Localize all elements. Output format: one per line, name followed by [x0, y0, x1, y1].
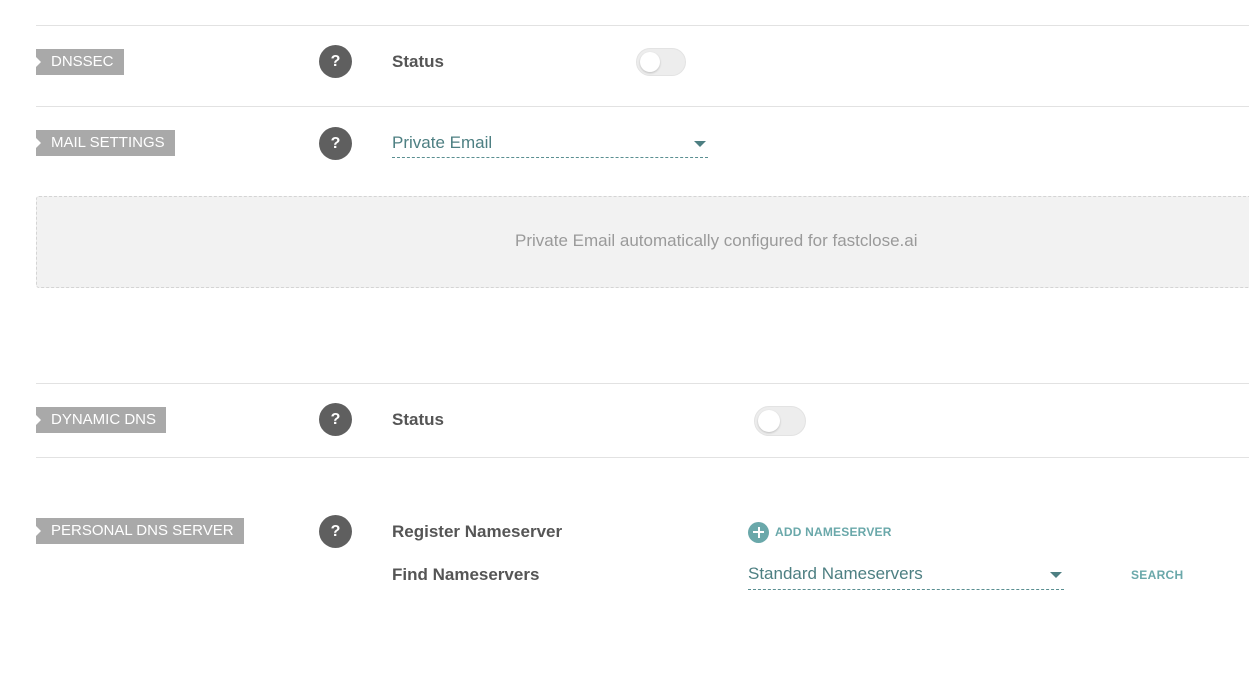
dnssec-status-toggle[interactable]	[636, 48, 686, 76]
toggle-knob	[758, 410, 780, 432]
toggle-knob	[640, 52, 660, 72]
divider	[36, 106, 1249, 107]
plus-circle-icon	[748, 521, 769, 543]
dynamic-dns-help-icon[interactable]: ?	[319, 403, 352, 436]
mail-info-text: Private Email automatically configured f…	[515, 231, 918, 250]
dnssec-status-label: Status	[392, 52, 444, 71]
add-nameserver-label: ADD NAMESERVER	[775, 525, 892, 539]
personal-dns-tag: PERSONAL DNS SERVER	[36, 518, 244, 544]
find-nameservers-select[interactable]: Standard Nameservers	[748, 564, 1064, 590]
search-button[interactable]: SEARCH	[1131, 568, 1183, 582]
divider	[36, 25, 1249, 26]
find-nameservers-label: Find Nameservers	[392, 565, 540, 584]
dnssec-tag: DNSSEC	[36, 49, 124, 75]
dynamic-dns-status-label: Status	[392, 410, 444, 429]
mail-settings-selected-value: Private Email	[392, 133, 493, 152]
register-nameserver-label: Register Nameserver	[392, 522, 563, 541]
mail-settings-select[interactable]: Private Email	[392, 133, 708, 158]
mail-settings-help-icon[interactable]: ?	[319, 127, 352, 160]
chevron-down-icon	[1050, 572, 1062, 578]
divider	[36, 457, 1249, 458]
add-nameserver-button[interactable]: ADD NAMESERVER	[748, 521, 892, 543]
dnssec-help-icon[interactable]: ?	[319, 45, 352, 78]
find-nameservers-selected-value: Standard Nameservers	[748, 564, 923, 583]
personal-dns-help-icon[interactable]: ?	[319, 515, 352, 548]
mail-settings-tag: MAIL SETTINGS	[36, 130, 175, 156]
chevron-down-icon	[694, 141, 706, 147]
dynamic-dns-status-toggle[interactable]	[754, 406, 806, 436]
dynamic-dns-tag: DYNAMIC DNS	[36, 407, 167, 433]
divider	[36, 383, 1249, 384]
